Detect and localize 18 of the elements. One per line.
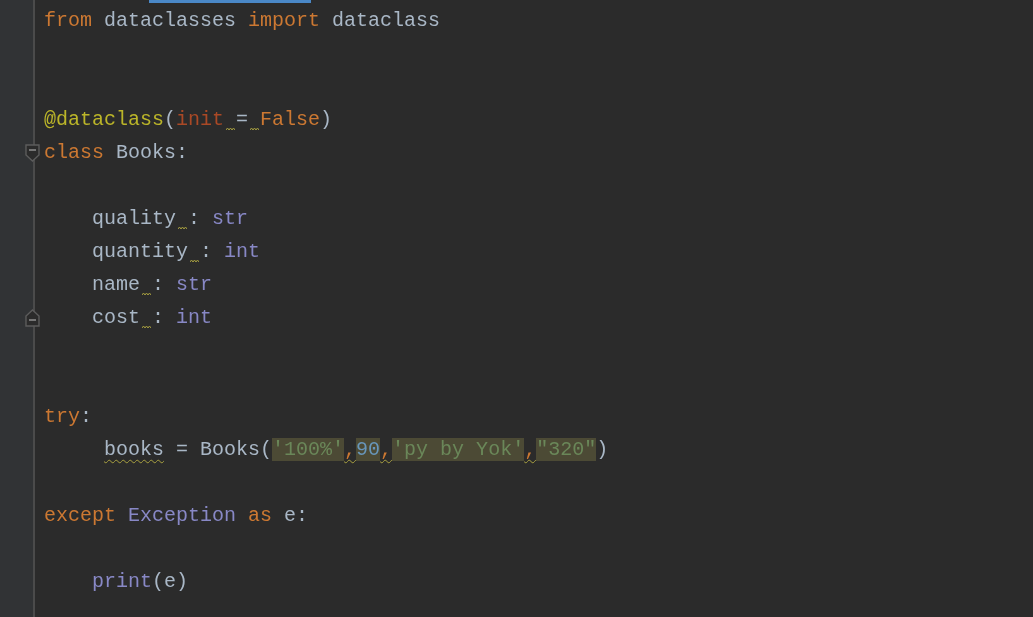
code-line: name : str [92,273,213,296]
code-line: books = Books('100%',90,'py by Yok',"320") [104,438,609,461]
warning-squiggle [142,325,151,329]
code-line: except Exception as e: [44,504,309,527]
code-line: cost : int [92,306,213,329]
code-line: from dataclasses import dataclass [44,9,441,32]
code-line: try: [44,405,93,428]
code-line: quantity : int [92,240,261,263]
warning-squiggle [178,226,187,230]
code-line: class Books: [44,141,189,164]
fold-icon[interactable] [25,144,40,162]
warning-squiggle [142,292,151,296]
code-line: quality : str [92,207,249,230]
code-line: print(e) [92,570,189,593]
warning-squiggle [190,259,199,263]
warning-squiggle [250,127,260,131]
warning-squiggle [226,127,236,131]
code-line: @dataclass(init = False) [44,108,333,131]
